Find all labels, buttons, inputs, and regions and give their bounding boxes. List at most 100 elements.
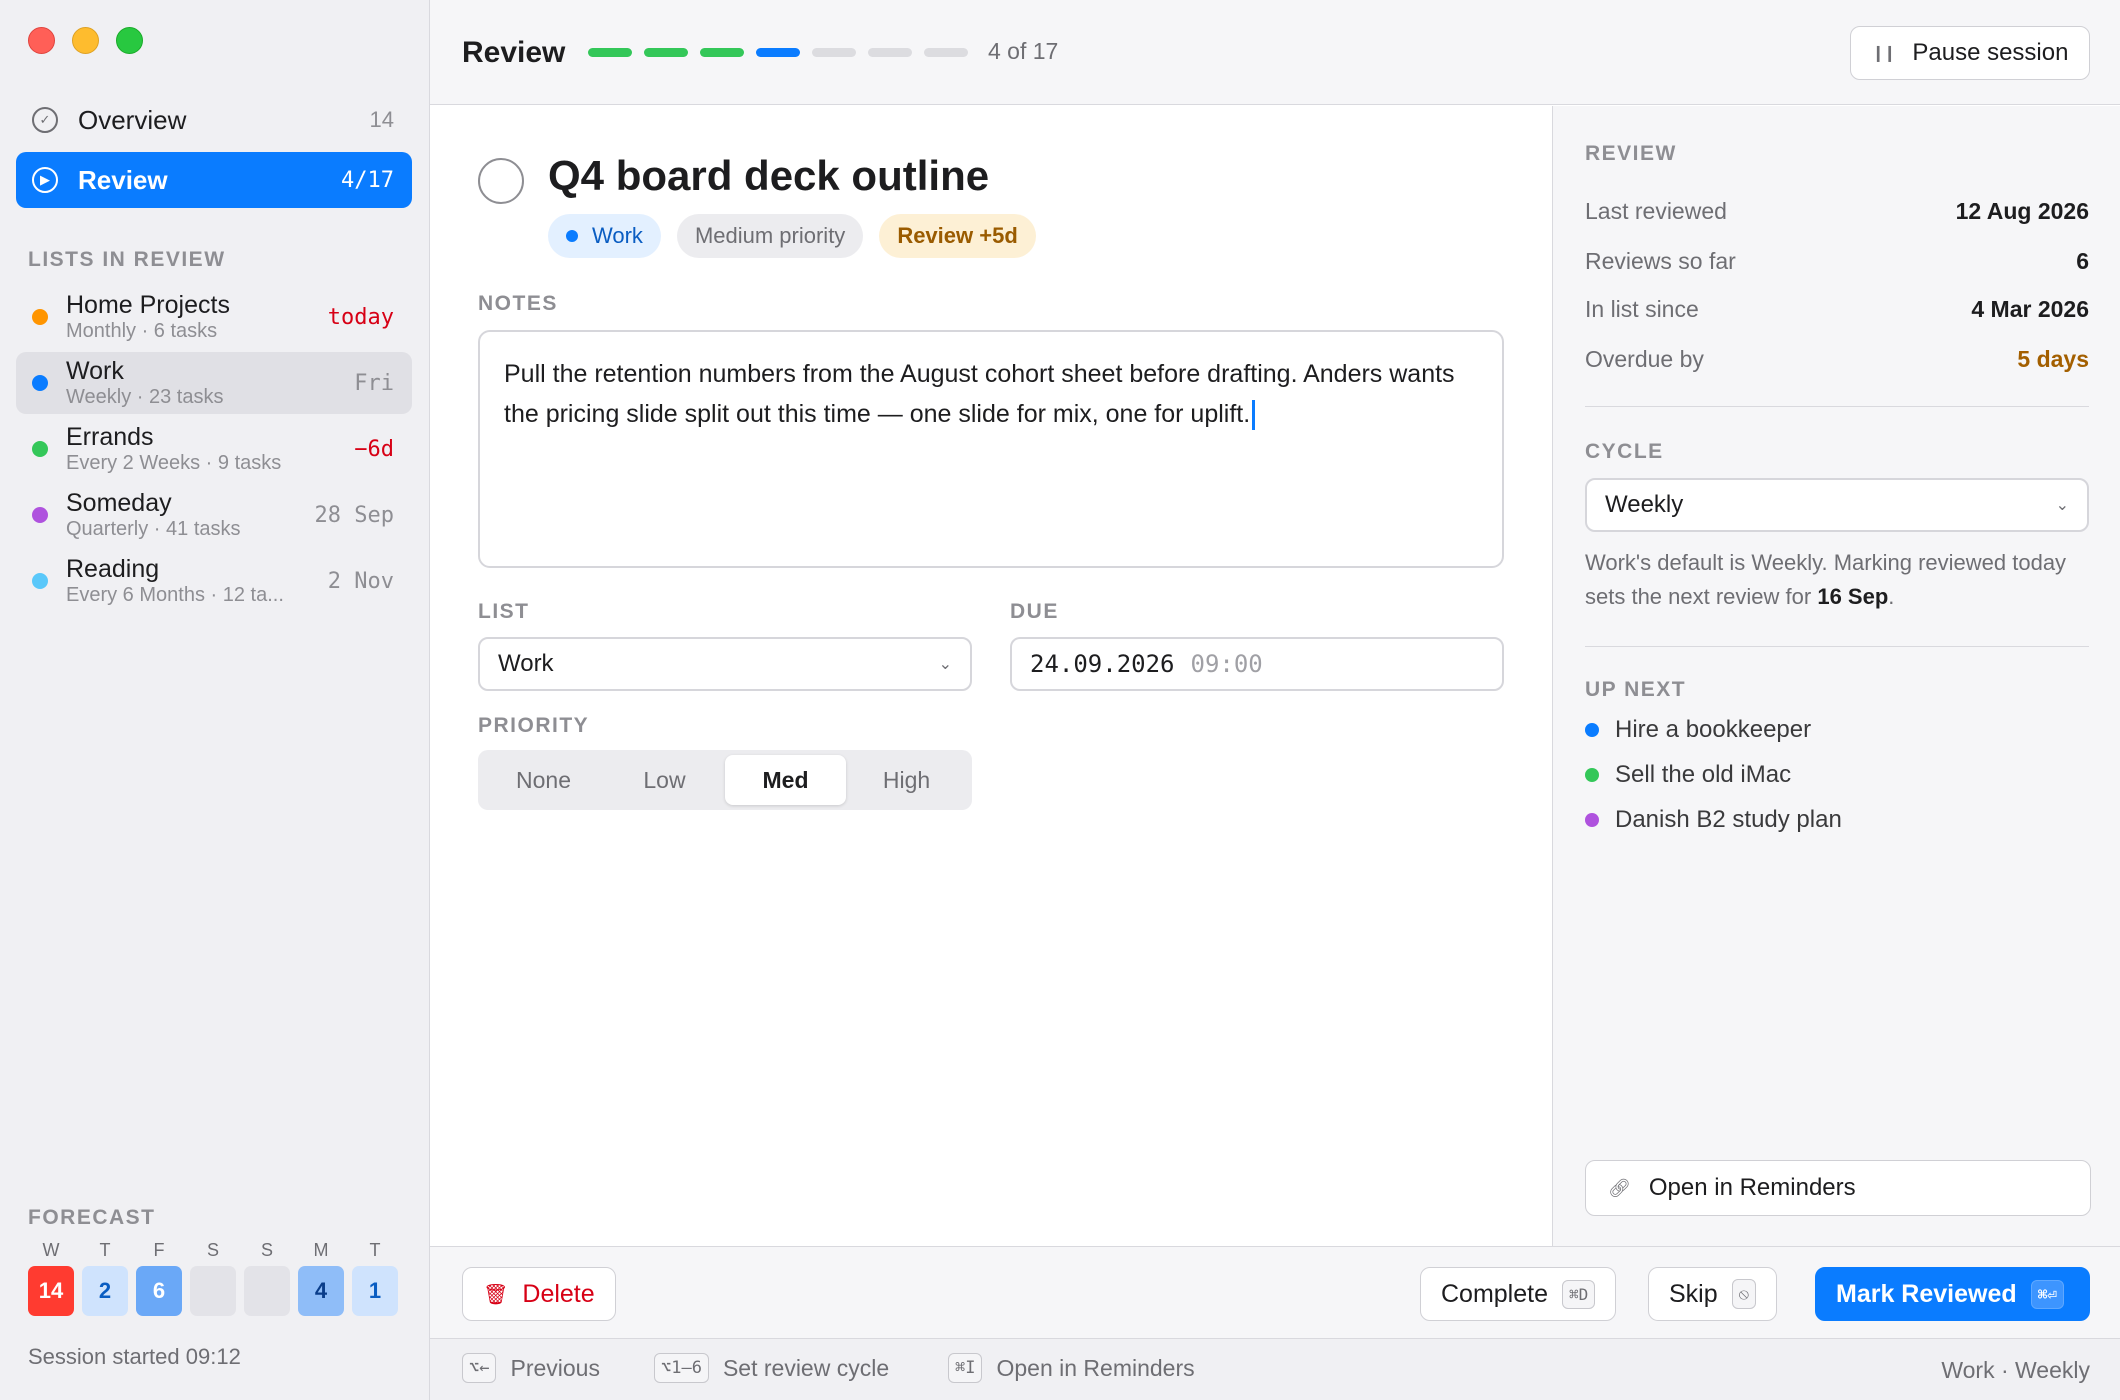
list-item-someday[interactable]: Someday Quarterly · 41 tasks 28 Sep xyxy=(16,484,412,546)
minimize-window-button[interactable] xyxy=(72,27,99,54)
checkmark-circle-icon: ✓ xyxy=(32,107,58,133)
forecast-day[interactable]: S xyxy=(190,1240,236,1316)
priority-option-high[interactable]: High xyxy=(846,755,967,805)
list-chip[interactable]: Work xyxy=(548,214,661,258)
task-chips: Work Medium priority Review +5d xyxy=(548,214,1036,258)
list-item-reading[interactable]: Reading Every 6 Months · 12 ta... 2 Nov xyxy=(16,550,412,612)
forecast-day-letter: M xyxy=(313,1240,329,1260)
shortcut-key: ⌘I xyxy=(948,1353,983,1383)
review-status-chip[interactable]: Review +5d xyxy=(879,214,1036,258)
list-item-work[interactable]: Work Weekly · 23 tasks Fri xyxy=(16,352,412,414)
kv-value: 5 days xyxy=(2017,346,2089,372)
list-due: 28 Sep xyxy=(314,502,394,528)
nav-review-label: Review xyxy=(78,164,168,195)
nav-overview[interactable]: ✓ Overview 14 xyxy=(16,92,412,148)
priority-option-med[interactable]: Med xyxy=(725,755,846,805)
priority-chip[interactable]: Medium priority xyxy=(676,214,864,258)
up-next-label: Danish B2 study plan xyxy=(1615,806,1842,833)
forecast-day[interactable]: T2 xyxy=(82,1240,128,1316)
cycle-note: Work's default is Weekly. Marking review… xyxy=(1585,546,2089,614)
up-next-label: Hire a bookkeeper xyxy=(1615,716,1812,743)
priority-option-none[interactable]: None xyxy=(483,755,604,805)
shortcut-bar: ⌥← Previous ⌥1–6 Set review cycle ⌘I Open i… xyxy=(430,1338,2120,1400)
kv-value: 6 xyxy=(2076,248,2089,274)
mark-reviewed-button[interactable]: Mark Reviewed ⌘⏎ xyxy=(1815,1267,2090,1321)
forecast-day[interactable]: S xyxy=(244,1240,290,1316)
shortcut-key: ⌥← xyxy=(462,1353,497,1383)
up-next-item[interactable]: Sell the old iMac xyxy=(1585,761,1791,789)
cycle-select[interactable]: Weekly ⌄ xyxy=(1585,478,2089,532)
list-meta: Every 2 Weeks · 9 tasks xyxy=(66,451,282,474)
due-date-input[interactable]: 24.09.2026 09:00 xyxy=(1010,637,1504,691)
divider xyxy=(1585,646,2089,647)
forecast-day-letter: S xyxy=(260,1240,273,1260)
list-color-dot xyxy=(1585,813,1599,827)
forecast-day-count: 1 xyxy=(352,1266,398,1316)
forecast-day[interactable]: M4 xyxy=(298,1240,344,1316)
skip-shortcut: ⦸ xyxy=(1731,1279,1757,1309)
forecast-day-count: 14 xyxy=(28,1266,74,1316)
up-next-item[interactable]: Hire a bookkeeper xyxy=(1585,716,1811,744)
forecast-day[interactable]: F6 xyxy=(136,1240,182,1316)
forecast-day-count xyxy=(244,1266,290,1316)
cycle-select-value: Weekly xyxy=(1605,491,1684,518)
lists-section-title: LISTS IN REVIEW xyxy=(28,248,226,271)
kv-key: Overdue by xyxy=(1585,346,1704,372)
forecast-day-count: 6 xyxy=(136,1266,182,1316)
forecast-strip: W 14 T2 F6 S S M4 T1 xyxy=(28,1240,398,1316)
complete-button[interactable]: Complete ⌘D xyxy=(1420,1267,1617,1321)
task-title[interactable]: Q4 board deck outline xyxy=(548,152,989,200)
list-item-errands[interactable]: Errands Every 2 Weeks · 9 tasks −6d xyxy=(16,418,412,480)
app-window: ✓ Overview 14 ▶ Review 4/17 LISTS IN REV… xyxy=(0,0,2120,1400)
delete-button[interactable]: 🗑︎ Delete xyxy=(462,1267,616,1321)
list-due: Fri xyxy=(354,370,394,396)
list-meta: Monthly · 6 tasks xyxy=(66,319,218,342)
open-in-reminders-button[interactable]: 🔗︎ Open in Reminders xyxy=(1585,1160,2091,1216)
kv-value: 4 Mar 2026 xyxy=(1971,296,2089,322)
list-field-label: LIST xyxy=(478,600,530,623)
delete-label: Delete xyxy=(522,1279,595,1308)
progress-segment xyxy=(700,48,744,57)
list-select[interactable]: Work ⌄ xyxy=(478,637,972,691)
notes-label: NOTES xyxy=(478,292,558,315)
forecast-day-letter: F xyxy=(153,1240,165,1260)
complete-label: Complete xyxy=(1441,1279,1548,1308)
list-meta: Weekly · 23 tasks xyxy=(66,385,224,408)
list-name: Work xyxy=(66,357,124,386)
last-reviewed-row: Last reviewed 12 Aug 2026 xyxy=(1585,198,2089,225)
progress-segment xyxy=(868,48,912,57)
open-in-reminders-label: Open in Reminders xyxy=(1648,1174,1856,1201)
list-color-dot xyxy=(1585,723,1599,737)
list-item-home-projects[interactable]: Home Projects Monthly · 6 tasks today xyxy=(16,286,412,348)
action-bar: 🗑︎ Delete Complete ⌘D Skip ⦸ Mark Review… xyxy=(430,1246,2120,1338)
list-color-dot xyxy=(32,309,48,325)
chevron-down-icon: ⌄ xyxy=(938,656,952,673)
pause-session-label: Pause session xyxy=(1912,39,2069,66)
skip-button[interactable]: Skip ⦸ xyxy=(1648,1267,1778,1321)
notes-textarea[interactable]: Pull the retention numbers from the Augu… xyxy=(478,330,1504,568)
session-started-text: Session started 09:12 xyxy=(28,1344,241,1369)
priority-option-low[interactable]: Low xyxy=(604,755,725,805)
due-field-label: DUE xyxy=(1010,600,1059,623)
forecast-day-letter: W xyxy=(42,1240,60,1260)
list-color-dot xyxy=(1585,768,1599,782)
pause-session-button[interactable]: ❙❙ Pause session xyxy=(1850,26,2090,80)
shortcut-open-reminders: ⌘I Open in Reminders xyxy=(948,1353,1195,1383)
progress-segment xyxy=(756,48,800,57)
nav-review[interactable]: ▶ Review 4/17 xyxy=(16,152,412,208)
priority-field-label: PRIORITY xyxy=(478,714,590,737)
forecast-day[interactable]: T1 xyxy=(352,1240,398,1316)
shortcut-previous: ⌥← Previous xyxy=(462,1353,600,1383)
zoom-window-button[interactable] xyxy=(116,27,143,54)
play-circle-icon: ▶ xyxy=(32,167,58,193)
divider xyxy=(1585,406,2089,407)
task-complete-checkbox[interactable] xyxy=(478,158,524,204)
forecast-day[interactable]: W 14 xyxy=(28,1240,74,1316)
list-chip-label: Work xyxy=(592,223,643,248)
forecast-title: FORECAST xyxy=(28,1206,156,1229)
trash-icon: 🗑︎ xyxy=(483,1283,509,1306)
forecast-day-letter: S xyxy=(206,1240,219,1260)
up-next-item[interactable]: Danish B2 study plan xyxy=(1585,806,1842,834)
close-window-button[interactable] xyxy=(28,27,55,54)
forecast-day-count: 2 xyxy=(82,1266,128,1316)
